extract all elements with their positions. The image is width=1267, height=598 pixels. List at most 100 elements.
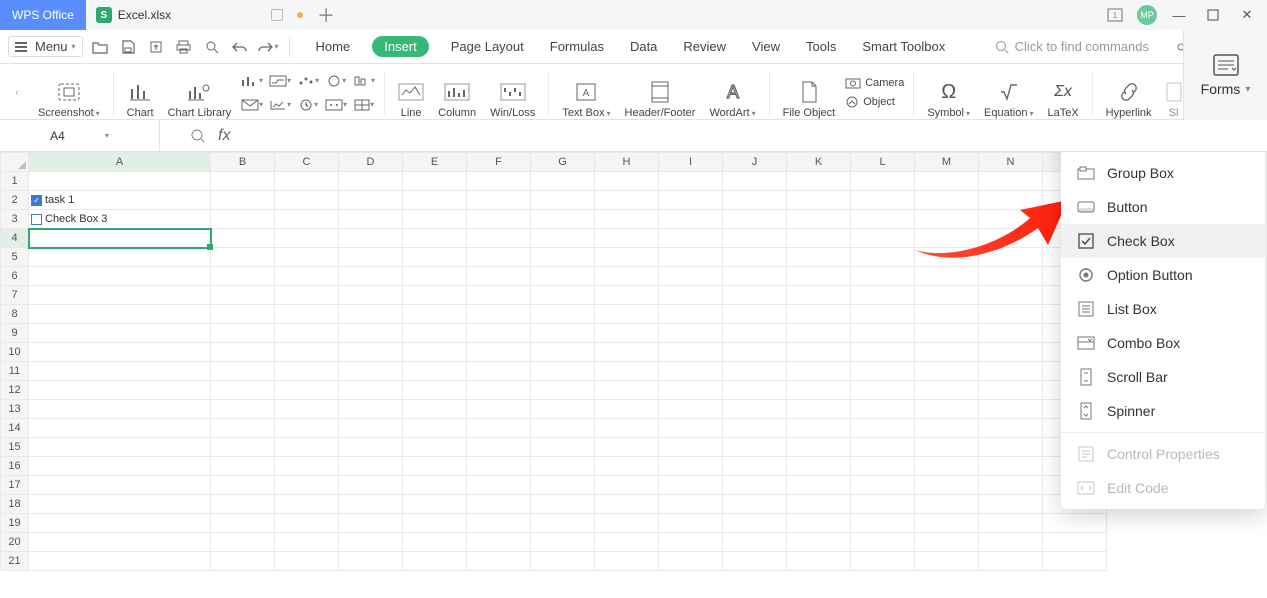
cell[interactable] [851,305,915,324]
cell[interactable] [211,210,275,229]
col-header-D[interactable]: D [339,153,403,172]
row-header-13[interactable]: 13 [1,400,29,419]
cell[interactable] [851,191,915,210]
cell[interactable] [915,419,979,438]
cell[interactable] [531,438,595,457]
cell[interactable] [723,362,787,381]
cell[interactable] [915,324,979,343]
cell[interactable] [979,514,1043,533]
cell[interactable] [403,229,467,248]
scatter-chart-icon[interactable]: ▾ [297,70,319,92]
forms-menu-list-box[interactable]: List Box [1061,292,1265,326]
cell[interactable] [787,267,851,286]
chart-button[interactable]: Chart [123,67,158,119]
cell[interactable] [403,419,467,438]
cell[interactable] [339,457,403,476]
sparkline-column-button[interactable]: Column [434,67,480,119]
cell[interactable] [851,248,915,267]
cell[interactable] [723,495,787,514]
new-tab-button[interactable]: ＋ [317,2,335,28]
cell[interactable] [275,438,339,457]
cell[interactable] [851,552,915,571]
cell[interactable] [851,495,915,514]
tab-tools[interactable]: Tools [802,36,840,57]
cell[interactable] [403,267,467,286]
cell[interactable] [29,286,211,305]
cell[interactable] [339,172,403,191]
cell[interactable] [339,362,403,381]
save-icon[interactable] [117,36,139,58]
cell[interactable] [659,533,723,552]
cell[interactable] [659,381,723,400]
cell[interactable] [467,514,531,533]
cell[interactable] [915,400,979,419]
cell[interactable] [403,476,467,495]
cell[interactable] [723,381,787,400]
cell[interactable] [403,381,467,400]
latex-button[interactable]: Σx LaTeX [1043,67,1082,119]
map-chart-icon[interactable]: ▾ [325,94,347,116]
cell[interactable] [29,343,211,362]
cell[interactable] [851,229,915,248]
zoom-formula-icon[interactable] [190,128,206,144]
cell[interactable] [339,343,403,362]
row-header-8[interactable]: 8 [1,305,29,324]
row-header-2[interactable]: 2 [1,191,29,210]
cell[interactable] [467,229,531,248]
cell[interactable] [467,362,531,381]
cell[interactable] [723,343,787,362]
cell[interactable] [339,210,403,229]
cell[interactable] [787,362,851,381]
row-header-10[interactable]: 10 [1,343,29,362]
cell[interactable] [275,419,339,438]
cell[interactable] [915,305,979,324]
cell[interactable] [339,248,403,267]
col-header-J[interactable]: J [723,153,787,172]
cell[interactable] [851,400,915,419]
forms-menu-button[interactable]: Button [1061,190,1265,224]
row-header-18[interactable]: 18 [1,495,29,514]
select-all-corner[interactable] [1,153,29,172]
cell[interactable] [339,324,403,343]
cell[interactable] [467,248,531,267]
cell[interactable] [211,172,275,191]
cell[interactable] [29,476,211,495]
cell[interactable] [723,267,787,286]
cell[interactable] [787,343,851,362]
wps-badge[interactable]: WPS Office [0,0,86,30]
open-icon[interactable] [89,36,111,58]
col-header-H[interactable]: H [595,153,659,172]
minimize-button[interactable]: — [1167,3,1191,27]
cell[interactable] [979,172,1043,191]
cell[interactable] [403,286,467,305]
cell[interactable] [979,400,1043,419]
cell[interactable] [595,248,659,267]
cell[interactable] [915,267,979,286]
cell[interactable] [659,362,723,381]
cell[interactable] [659,514,723,533]
col-header-I[interactable]: I [659,153,723,172]
area-chart-icon[interactable]: ▾ [269,94,291,116]
cell[interactable] [915,381,979,400]
cell[interactable] [1043,533,1107,552]
cell[interactable] [211,191,275,210]
cell[interactable] [915,514,979,533]
row-header-3[interactable]: 3 [1,210,29,229]
cell[interactable] [979,305,1043,324]
cell[interactable] [467,533,531,552]
cell[interactable] [403,362,467,381]
cell[interactable] [979,286,1043,305]
cell[interactable] [531,381,595,400]
tab-home[interactable]: Home [312,36,355,57]
cell[interactable] [595,457,659,476]
cell[interactable] [979,381,1043,400]
cell[interactable] [787,286,851,305]
name-box-dropdown-icon[interactable]: ▾ [105,131,109,140]
cell[interactable] [915,438,979,457]
cell[interactable] [275,172,339,191]
row-header-5[interactable]: 5 [1,248,29,267]
cell[interactable] [595,514,659,533]
cell[interactable] [467,324,531,343]
row-header-9[interactable]: 9 [1,324,29,343]
cell[interactable] [339,533,403,552]
